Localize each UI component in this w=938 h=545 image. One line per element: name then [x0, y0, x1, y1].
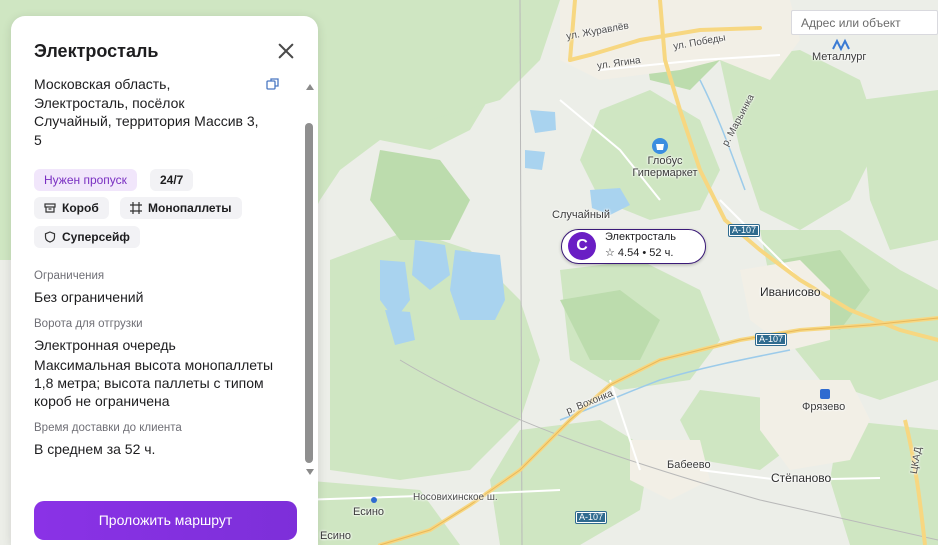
map-label-poi: Глобус Гипермаркет [632, 155, 698, 179]
map-label-place: Металлург [812, 51, 867, 63]
map-label-place: Фрязево [802, 401, 846, 413]
box-icon [44, 203, 56, 213]
scroll-down-arrow[interactable] [306, 469, 314, 475]
map-label-place: Бабеево [667, 459, 711, 471]
pin-title: Электросталь [605, 231, 676, 243]
road-shield: А-107 [728, 224, 761, 237]
warehouse-address: Московская область, Электросталь, посёло… [34, 76, 259, 148]
map-label-place: Есино [320, 530, 352, 542]
search-input[interactable] [791, 10, 938, 35]
road-shield: А-107 [575, 511, 608, 524]
map-label-street: Носовихинское ш. [413, 492, 498, 503]
monopallets-badge: Монопаллеты [120, 197, 242, 219]
supersafe-badge-label: Суперсейф [62, 230, 130, 244]
pin-rating-meta: ☆ 4.54 • 52 ч. [605, 247, 674, 259]
warehouse-details-panel: Электросталь Московская область, Электро… [11, 16, 318, 545]
hours-badge: 24/7 [150, 169, 194, 191]
build-route-button[interactable]: Проложить маршрут [34, 501, 297, 540]
grid-icon [130, 201, 142, 214]
map-label-place: Случайный [552, 209, 610, 221]
delivery-time-label: Время доставки до клиента [34, 422, 182, 434]
train-icon [820, 389, 830, 399]
copy-icon[interactable] [266, 77, 280, 91]
box-badge: Короб [34, 197, 109, 219]
supersafe-badge: Суперсейф [34, 226, 140, 248]
store-pin-icon[interactable] [652, 138, 668, 154]
box-badge-label: Короб [62, 201, 99, 215]
map-label-place: Стёпаново [771, 471, 832, 485]
gates-label: Ворота для отгрузки [34, 318, 143, 330]
scrollbar-thumb[interactable] [305, 123, 313, 463]
restrictions-value: Без ограничений [34, 289, 144, 305]
scroll-up-arrow[interactable] [306, 84, 314, 90]
warehouse-pin[interactable]: С Электросталь ☆ 4.54 • 52 ч. [561, 229, 706, 264]
monopallets-badge-label: Монопаллеты [148, 201, 232, 215]
shield-icon [44, 231, 56, 243]
pin-avatar: С [568, 232, 596, 260]
road-shield: А-107 [755, 333, 788, 346]
map-label-place: Есино [353, 506, 385, 518]
restrictions-label: Ограничения [34, 270, 105, 282]
pass-required-badge: Нужен пропуск [34, 169, 137, 191]
gates-note: Максимальная высота монопаллеты 1,8 метр… [34, 357, 274, 409]
gates-value: Электронная очередь [34, 337, 176, 353]
delivery-time-value: В среднем за 52 ч. [34, 441, 156, 457]
map-label-place: Иванисово [760, 285, 821, 299]
close-icon[interactable] [275, 40, 297, 62]
station-dot [371, 497, 377, 503]
panel-title: Электросталь [34, 41, 159, 61]
